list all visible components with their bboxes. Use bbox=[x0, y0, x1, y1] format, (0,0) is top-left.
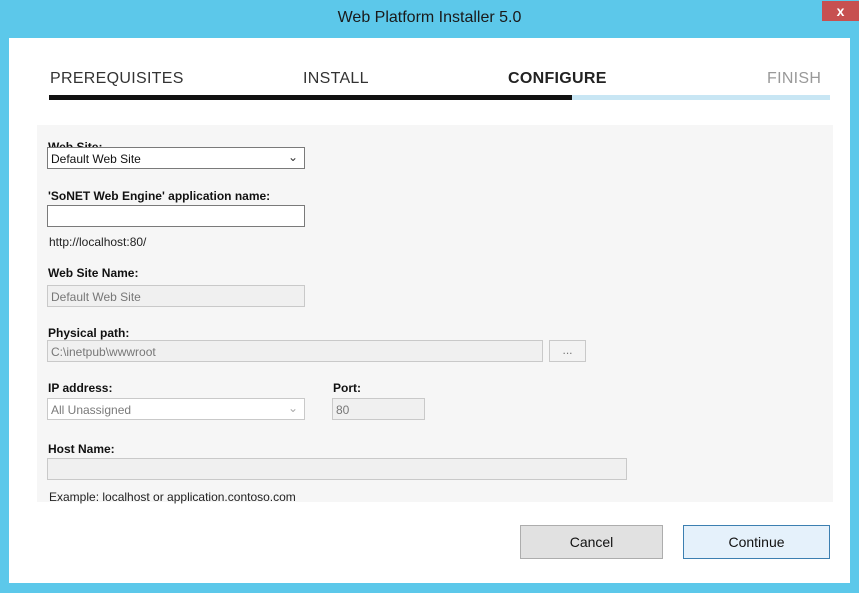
site-name-input[interactable]: Default Web Site bbox=[47, 285, 305, 307]
progress-fill bbox=[49, 95, 572, 100]
cancel-button[interactable]: Cancel bbox=[520, 525, 663, 559]
host-name-label: Host Name: bbox=[48, 442, 115, 456]
ip-address-label: IP address: bbox=[48, 381, 113, 395]
window-title: Web Platform Installer 5.0 bbox=[337, 9, 522, 26]
progress-track bbox=[49, 95, 830, 100]
host-name-input[interactable] bbox=[47, 458, 627, 480]
configure-form: Web Site: Default Web Site ⌄ 'SoNET Web … bbox=[37, 125, 833, 504]
step-finish: FINISH bbox=[767, 70, 822, 87]
site-name-label: Web Site Name: bbox=[48, 266, 139, 280]
physical-path-label: Physical path: bbox=[48, 326, 130, 340]
chevron-down-icon: ⌄ bbox=[287, 401, 298, 415]
continue-button[interactable]: Continue bbox=[683, 525, 830, 559]
step-indicator: PREREQUISITES INSTALL CONFIGURE FINISH bbox=[9, 38, 850, 108]
web-site-value: Default Web Site bbox=[51, 152, 141, 166]
ip-address-value: All Unassigned bbox=[51, 403, 132, 417]
installer-window: Web Platform Installer 5.0 x PREREQUISIT… bbox=[0, 0, 859, 593]
step-configure: CONFIGURE bbox=[508, 70, 607, 87]
close-button[interactable]: x bbox=[822, 1, 859, 21]
client-area: PREREQUISITES INSTALL CONFIGURE FINISH W… bbox=[9, 38, 850, 583]
app-name-label: 'SoNET Web Engine' application name: bbox=[48, 189, 271, 203]
host-name-example: Example: localhost or application.contos… bbox=[49, 490, 296, 504]
physical-path-input[interactable]: C:\inetpub\wwwroot bbox=[47, 340, 543, 362]
step-install: INSTALL bbox=[303, 70, 369, 87]
port-label: Port: bbox=[333, 381, 361, 395]
step-prerequisites: PREREQUISITES bbox=[50, 70, 184, 87]
browse-button[interactable]: ... bbox=[549, 340, 586, 362]
app-name-input[interactable] bbox=[47, 205, 305, 227]
chevron-down-icon: ⌄ bbox=[287, 150, 298, 164]
web-site-select[interactable]: Default Web Site ⌄ bbox=[47, 147, 305, 169]
ip-address-select[interactable]: All Unassigned ⌄ bbox=[47, 398, 305, 420]
port-input[interactable]: 80 bbox=[332, 398, 425, 420]
app-url-text: http://localhost:80/ bbox=[49, 235, 147, 249]
title-bar[interactable]: Web Platform Installer 5.0 x bbox=[0, 0, 859, 38]
